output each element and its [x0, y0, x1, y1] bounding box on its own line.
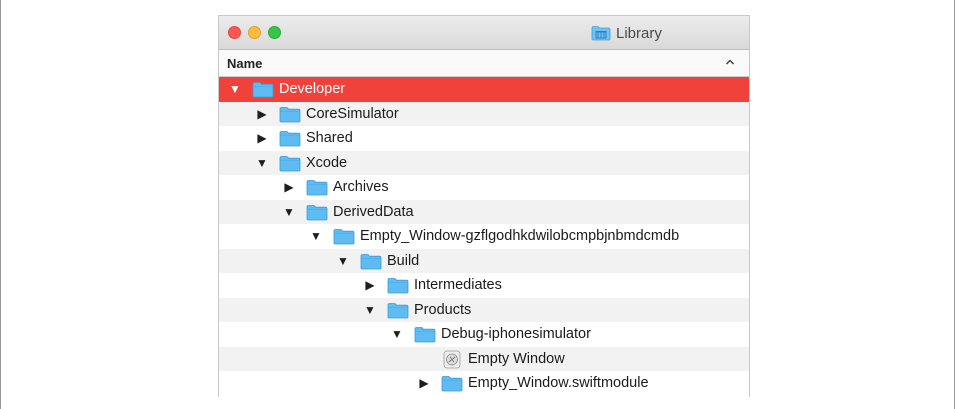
- finder-window: Library Name ▼ Developer ▶ CoreSimulator ▶ Sh…: [218, 15, 750, 397]
- disclosure-expanded-icon[interactable]: ▼: [283, 204, 295, 220]
- folder-icon: [414, 326, 436, 343]
- folder-icon: [279, 130, 301, 147]
- list-row-label: Xcode: [306, 154, 348, 171]
- folder-icon: [387, 277, 409, 294]
- list-row-label: Empty_Window.swiftmodule: [468, 375, 649, 391]
- list-row-label: DerivedData: [333, 203, 414, 220]
- folder-icon: [306, 204, 328, 221]
- minimize-button[interactable]: [248, 26, 261, 39]
- list-row[interactable]: ▼ Build: [219, 248, 749, 273]
- list-row-label: Empty_Window-gzflgodhkdwilobcmpbjnbmdcmd…: [360, 228, 680, 244]
- list-row-label: Products: [414, 301, 472, 318]
- disclosure-expanded-icon[interactable]: ▼: [229, 81, 241, 97]
- disclosure-collapsed-icon[interactable]: ▶: [364, 277, 376, 293]
- list-row[interactable]: ▼ Empty_Window-gzflgodhkdwilobcmpbjnbmdcm…: [219, 224, 749, 249]
- column-header-name[interactable]: Name: [219, 49, 749, 77]
- list-row[interactable]: ▼ Products: [219, 297, 749, 322]
- disclosure-expanded-icon[interactable]: ▼: [364, 302, 376, 318]
- folder-icon: [360, 253, 382, 270]
- list-row[interactable]: ▶ Shared: [219, 126, 749, 151]
- disclosure-expanded-icon[interactable]: ▼: [310, 228, 322, 244]
- list-row[interactable]: ▼ Debug-iphonesimulator: [219, 322, 749, 347]
- list-row-label: Debug-iphonesimulator: [441, 326, 591, 342]
- folder-icon: [279, 106, 301, 123]
- list-row[interactable]: ▼ DerivedData: [219, 199, 749, 224]
- window-title-text: Library: [616, 24, 662, 42]
- sort-chevron-up-icon[interactable]: [725, 55, 735, 69]
- app-icon: [441, 350, 463, 368]
- list-row[interactable]: Empty Window: [219, 346, 749, 371]
- disclosure-collapsed-icon[interactable]: ▶: [283, 179, 295, 195]
- list-row-label: Build: [387, 252, 420, 269]
- list-row-selected[interactable]: ▼ Developer: [219, 77, 749, 102]
- list-row-label: Intermediates: [414, 277, 502, 293]
- close-button[interactable]: [228, 26, 241, 39]
- folder-icon: [306, 179, 328, 196]
- list-row[interactable]: ▶ Intermediates: [219, 273, 749, 298]
- library-folder-icon: [591, 26, 611, 41]
- zoom-button[interactable]: [268, 26, 281, 39]
- list-row-label: CoreSimulator: [306, 105, 399, 122]
- folder-icon: [441, 375, 463, 392]
- list-row[interactable]: ▶ Empty_Window.swiftmodule: [219, 371, 749, 396]
- title-bar[interactable]: Library: [219, 16, 749, 49]
- folder-icon: [387, 302, 409, 319]
- list-row-label: Shared: [306, 130, 353, 146]
- folder-icon: [333, 228, 355, 245]
- list-row-label: Empty Window: [468, 350, 565, 367]
- file-list: ▼ Developer ▶ CoreSimulator ▶ Shared ▼ Xcode ▶ Ar…: [219, 77, 749, 396]
- disclosure-expanded-icon[interactable]: ▼: [256, 155, 268, 171]
- list-row-label: Developer: [279, 81, 346, 97]
- folder-icon: [252, 81, 274, 98]
- column-header-label: Name: [227, 56, 263, 71]
- disclosure-collapsed-icon[interactable]: ▶: [256, 130, 268, 146]
- disclosure-collapsed-icon[interactable]: ▶: [256, 106, 268, 122]
- list-row[interactable]: ▶ CoreSimulator: [219, 101, 749, 126]
- disclosure-collapsed-icon[interactable]: ▶: [418, 375, 430, 391]
- list-row[interactable]: ▼ Xcode: [219, 150, 749, 175]
- list-row-label: Archives: [333, 179, 389, 195]
- window-title: Library: [591, 24, 662, 42]
- disclosure-expanded-icon[interactable]: ▼: [391, 326, 403, 342]
- folder-icon: [279, 155, 301, 172]
- disclosure-expanded-icon[interactable]: ▼: [337, 253, 349, 269]
- list-row[interactable]: ▶ Archives: [219, 175, 749, 200]
